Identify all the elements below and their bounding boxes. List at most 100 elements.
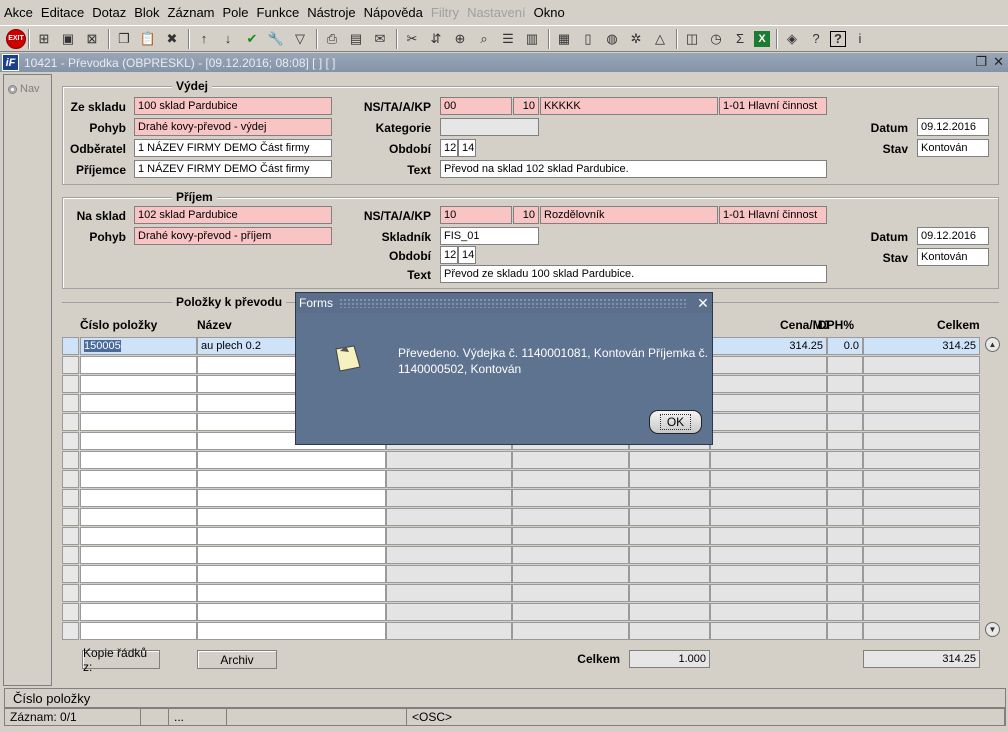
table-cell[interactable] [197, 451, 386, 469]
table-cell[interactable] [863, 432, 980, 450]
table-cell[interactable] [629, 546, 710, 564]
table-cell[interactable] [863, 565, 980, 583]
table-cell[interactable] [629, 489, 710, 507]
table-cell[interactable] [710, 527, 827, 545]
table-cell[interactable] [80, 584, 197, 602]
ta-field[interactable]: 10 [513, 97, 539, 115]
table-cell[interactable] [827, 603, 863, 621]
kp-field[interactable]: 1-01 Hlavní činnost [719, 97, 827, 115]
obdobi-year-field[interactable]: 14 [458, 246, 476, 264]
table-cell[interactable] [827, 565, 863, 583]
a-field[interactable]: KKKKK [540, 97, 718, 115]
row-selector[interactable] [62, 546, 79, 564]
pohyb-field[interactable]: Drahé kovy-převod - příjem [134, 227, 332, 245]
text-field[interactable]: Převod ze skladu 100 sklad Pardubice. [440, 265, 827, 283]
cell-dph[interactable]: 0.0 [827, 337, 863, 355]
add-record-icon[interactable]: ⊞ [34, 29, 54, 49]
datum-field[interactable]: 09.12.2016 [917, 118, 989, 136]
table-cell[interactable] [386, 527, 512, 545]
help-icon[interactable]: ? [830, 30, 846, 47]
row-selector[interactable] [62, 394, 79, 412]
table-cell[interactable] [80, 356, 197, 374]
table-cell[interactable] [827, 622, 863, 640]
clock-icon[interactable]: ◷ [706, 29, 726, 49]
scroll-up-icon[interactable]: ▲ [985, 337, 1000, 352]
print-preview-icon[interactable]: ▤ [346, 29, 366, 49]
document-icon[interactable]: ▯ [578, 29, 598, 49]
table-cell[interactable] [863, 489, 980, 507]
table-cell[interactable] [710, 546, 827, 564]
paste-icon[interactable]: 📋 [138, 29, 158, 49]
table-cell[interactable] [827, 356, 863, 374]
print-icon[interactable]: ⎙ [322, 29, 342, 49]
vertical-scrollbar[interactable]: ▲ ▼ [985, 337, 1001, 639]
table-cell[interactable] [710, 451, 827, 469]
table-cell[interactable] [512, 584, 629, 602]
close-icon[interactable]: ✕ [993, 54, 1004, 70]
table-cell[interactable] [710, 565, 827, 583]
table-cell[interactable] [629, 565, 710, 583]
table-cell[interactable] [197, 470, 386, 488]
table-cell[interactable] [827, 584, 863, 602]
attach-icon[interactable]: ⊕ [450, 29, 470, 49]
row-selector[interactable] [62, 356, 79, 374]
sort-desc-icon[interactable]: ↓ [218, 29, 238, 49]
menu-item-11[interactable]: Okno [534, 5, 565, 20]
table-cell[interactable] [827, 546, 863, 564]
globe-icon[interactable]: ◍ [602, 29, 622, 49]
menu-item-1[interactable]: Editace [41, 5, 84, 20]
table-cell[interactable] [386, 622, 512, 640]
row-selector[interactable] [62, 413, 79, 431]
obdobi-year-field[interactable]: 14 [458, 139, 476, 157]
ns-field[interactable]: 10 [440, 206, 512, 224]
table-cell[interactable] [629, 603, 710, 621]
table-cell[interactable] [386, 489, 512, 507]
row-selector[interactable] [62, 489, 79, 507]
table-cell[interactable] [80, 508, 197, 526]
close-icon[interactable]: ✕ [694, 295, 712, 312]
cell-cislo[interactable]: 150005 [80, 337, 197, 355]
table-cell[interactable] [512, 451, 629, 469]
na-sklad-field[interactable]: 102 sklad Pardubice [134, 206, 332, 224]
stav-field[interactable]: Kontován [917, 139, 989, 157]
table-cell[interactable] [386, 546, 512, 564]
table-cell[interactable] [863, 622, 980, 640]
copy-icon[interactable]: ❐ [114, 29, 134, 49]
row-selector[interactable] [62, 603, 79, 621]
triangle-icon[interactable]: △ [650, 29, 670, 49]
table-cell[interactable] [827, 413, 863, 431]
table-cell[interactable] [386, 603, 512, 621]
network-icon[interactable]: ◈ [782, 29, 802, 49]
zoom-icon[interactable]: ⌕ [474, 29, 494, 49]
table-cell[interactable] [80, 565, 197, 583]
list-icon[interactable]: ☰ [498, 29, 518, 49]
cell-celkem[interactable]: 314.25 [863, 337, 980, 355]
menu-item-6[interactable]: Funkce [257, 5, 300, 20]
dialog-titlebar[interactable]: Forms ✕ [296, 293, 712, 313]
table-cell[interactable] [197, 546, 386, 564]
menu-item-2[interactable]: Dotaz [92, 5, 126, 20]
chart-icon[interactable]: ◫ [682, 29, 702, 49]
restore-icon[interactable]: ❐ [975, 54, 987, 70]
menu-item-10[interactable]: Nastavení [467, 5, 526, 20]
table-cell[interactable] [863, 584, 980, 602]
excel-icon[interactable]: X [754, 30, 770, 47]
filter-icon[interactable]: ▽ [290, 29, 310, 49]
table-cell[interactable] [863, 527, 980, 545]
table-cell[interactable] [710, 432, 827, 450]
table-cell[interactable] [386, 584, 512, 602]
table-cell[interactable] [863, 451, 980, 469]
table-cell[interactable] [863, 470, 980, 488]
table-cell[interactable] [863, 394, 980, 412]
settings-icon[interactable]: ✲ [626, 29, 646, 49]
table-cell[interactable] [710, 508, 827, 526]
remove-icon[interactable]: ✖ [162, 29, 182, 49]
table-cell[interactable] [512, 527, 629, 545]
table-cell[interactable] [629, 622, 710, 640]
table-cell[interactable] [863, 603, 980, 621]
table-cell[interactable] [80, 546, 197, 564]
row-selector[interactable] [62, 470, 79, 488]
table-cell[interactable] [827, 527, 863, 545]
kopie-radku-button[interactable]: Kopie řádků z: [82, 646, 160, 674]
row-selector[interactable] [62, 337, 79, 355]
